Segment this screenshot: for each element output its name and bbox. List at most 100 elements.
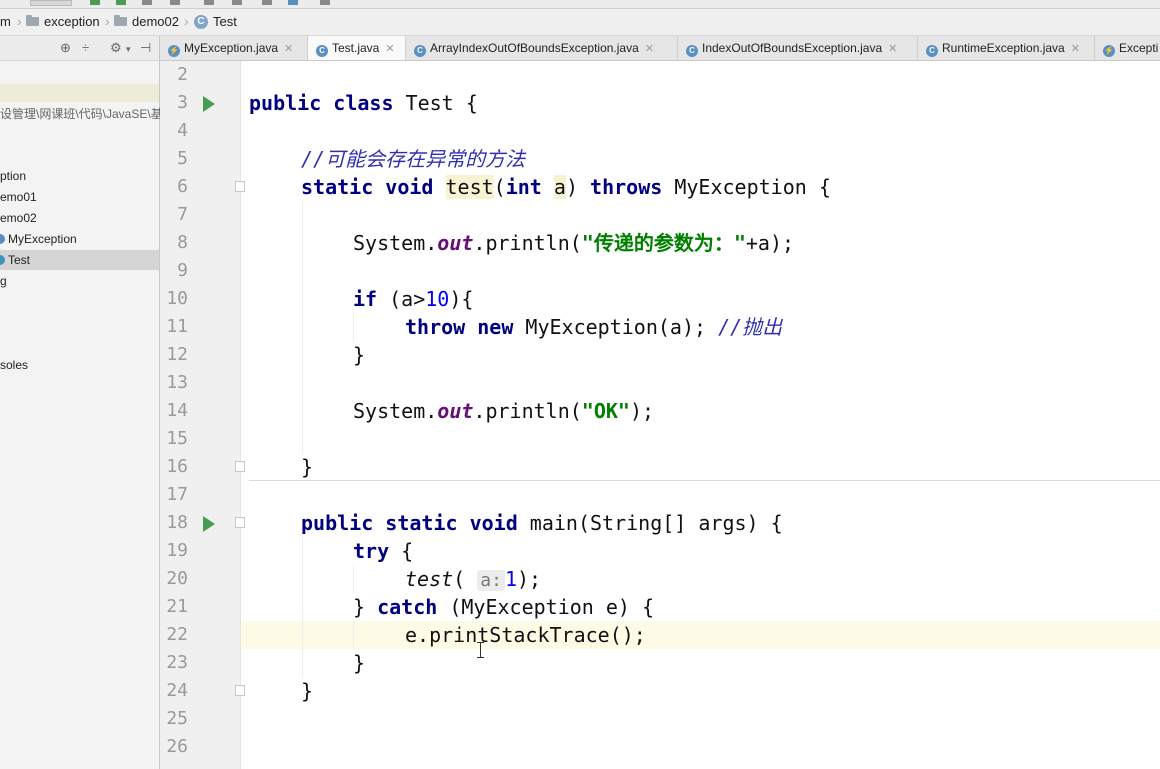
exception-class-icon [0,234,5,244]
breadcrumb-separator-icon: › [17,13,22,29]
breadcrumb-label: demo02 [132,14,179,29]
tab-runtimeexception[interactable]: C RuntimeException.java ✕ [918,36,1095,60]
line-number: 10 [166,288,188,309]
tab-label: IndexOutOfBoundsException.java [702,41,883,55]
tree-item-demo02[interactable]: emo02 [0,208,37,228]
code-line: 14 System.out.println("OK"); [160,397,1160,425]
structure-icon[interactable] [288,0,298,5]
breadcrumb-label: exception [44,14,100,29]
run-config-icon[interactable] [30,0,72,6]
collapse-all-icon[interactable]: ÷ [82,40,89,55]
tree-item-label: emo01 [0,190,37,204]
code-text: System.out.println("传递的参数为："+a); [353,231,795,255]
build-icon[interactable] [204,0,214,5]
close-icon[interactable]: ✕ [385,43,394,55]
code-line: 25 [160,705,1160,733]
tree-item-label: Test [8,253,31,267]
tab-exception[interactable]: ⚡ Excepti [1095,36,1160,60]
code-text: try { [353,539,414,563]
line-number: 15 [166,428,188,449]
class-icon [0,255,5,265]
class-icon: C [194,14,208,29]
tab-arrayindexoutofbounds[interactable]: C ArrayIndexOutOfBoundsException.java ✕ [406,36,678,60]
save-icon[interactable] [320,0,330,5]
class-icon: C [926,45,938,57]
line-number: 19 [166,540,188,561]
tree-item-myexception[interactable]: MyException [0,229,77,249]
breadcrumb: m › exception › demo02 › C Test [0,9,1160,36]
class-icon: C [414,45,426,57]
line-number: 6 [177,176,188,197]
sync-icon[interactable] [232,0,242,5]
dropdown-icon[interactable]: ▾ [126,44,131,55]
run-icon[interactable] [90,0,100,5]
breadcrumb-item-project[interactable]: m [0,14,11,29]
tab-test[interactable]: C Test.java ✕ [308,36,406,60]
code-text: if (a>10){ [353,287,474,311]
fold-icon[interactable] [235,685,245,696]
code-line: 18 public static void main(String[] args… [160,509,1160,537]
breadcrumb-item-test[interactable]: C Test [194,14,237,29]
code-line: 19 try { [160,537,1160,565]
tab-label: MyException.java [184,41,279,55]
code-text: } catch (MyException e) { [353,595,655,619]
code-line: 10 if (a>10){ [160,285,1160,313]
close-icon[interactable]: ✕ [645,43,654,55]
exception-class-icon: ⚡ [1103,45,1115,57]
code-line: 6 static void test(int a) throws MyExcep… [160,173,1160,201]
run-main-icon[interactable] [203,516,215,532]
locate-icon[interactable]: ⊕ [60,40,71,56]
hide-panel-icon[interactable]: ⊣ [140,40,151,56]
run-class-icon[interactable] [203,96,215,112]
stop-icon[interactable] [170,0,180,5]
line-number: 16 [166,456,188,477]
tab-myexception[interactable]: ⚡ MyException.java ✕ [160,36,308,60]
breadcrumb-label: m [0,14,11,29]
tab-indexoutofbounds[interactable]: C IndexOutOfBoundsException.java ✕ [678,36,918,60]
fold-icon[interactable] [235,461,245,472]
coverage-icon[interactable] [142,0,152,5]
line-number: 8 [177,232,188,253]
tree-item-test[interactable]: Test [0,250,159,270]
code-line: 12 } [160,341,1160,369]
code-text: System.out.println("OK"); [353,399,655,423]
line-number: 4 [177,120,188,141]
line-number: 9 [177,260,188,281]
exception-class-icon: ⚡ [168,45,180,57]
project-root-row [0,84,159,102]
line-number: 25 [166,708,188,729]
code-line: 23 } [160,649,1160,677]
tree-item-scratches-consoles[interactable]: soles [0,355,28,375]
fold-icon[interactable] [235,181,245,192]
fold-icon[interactable] [235,517,245,528]
line-number: 17 [166,484,188,505]
code-line: 15 [160,425,1160,453]
debug-icon[interactable] [116,0,126,5]
code-line: 16 } [160,453,1160,481]
tab-label: ArrayIndexOutOfBoundsException.java [430,41,639,55]
close-icon[interactable]: ✕ [888,43,897,55]
tree-item-exception[interactable]: ption [0,166,26,186]
tree-item-demo01[interactable]: emo01 [0,187,37,207]
tab-label: RuntimeException.java [942,41,1065,55]
breadcrumb-item-exception[interactable]: exception [26,14,100,29]
gear-icon[interactable]: ⚙ [110,40,122,56]
code-line: 21 } catch (MyException e) { [160,593,1160,621]
project-path-text[interactable]: 设管理\网课班\代码\JavaSE\基 [0,104,163,124]
line-number: 14 [166,400,188,421]
close-icon[interactable]: ✕ [284,43,293,55]
settings-icon[interactable] [262,0,272,5]
line-number: 3 [177,92,188,113]
code-line: 3 public class Test { [160,89,1160,117]
breadcrumb-item-demo02[interactable]: demo02 [114,14,179,29]
tree-item-g[interactable]: g [0,271,7,291]
close-icon[interactable]: ✕ [1071,43,1080,55]
code-text: } [353,343,366,367]
code-line: 11 throw new MyException(a); //抛出 [160,313,1160,341]
code-text: } [353,651,366,675]
line-number: 11 [166,316,188,337]
code-line: 26 [160,733,1160,761]
code-text: e.printStackTrace(); [405,623,646,647]
folder-icon [114,15,127,26]
breadcrumb-separator-icon: › [105,13,110,29]
